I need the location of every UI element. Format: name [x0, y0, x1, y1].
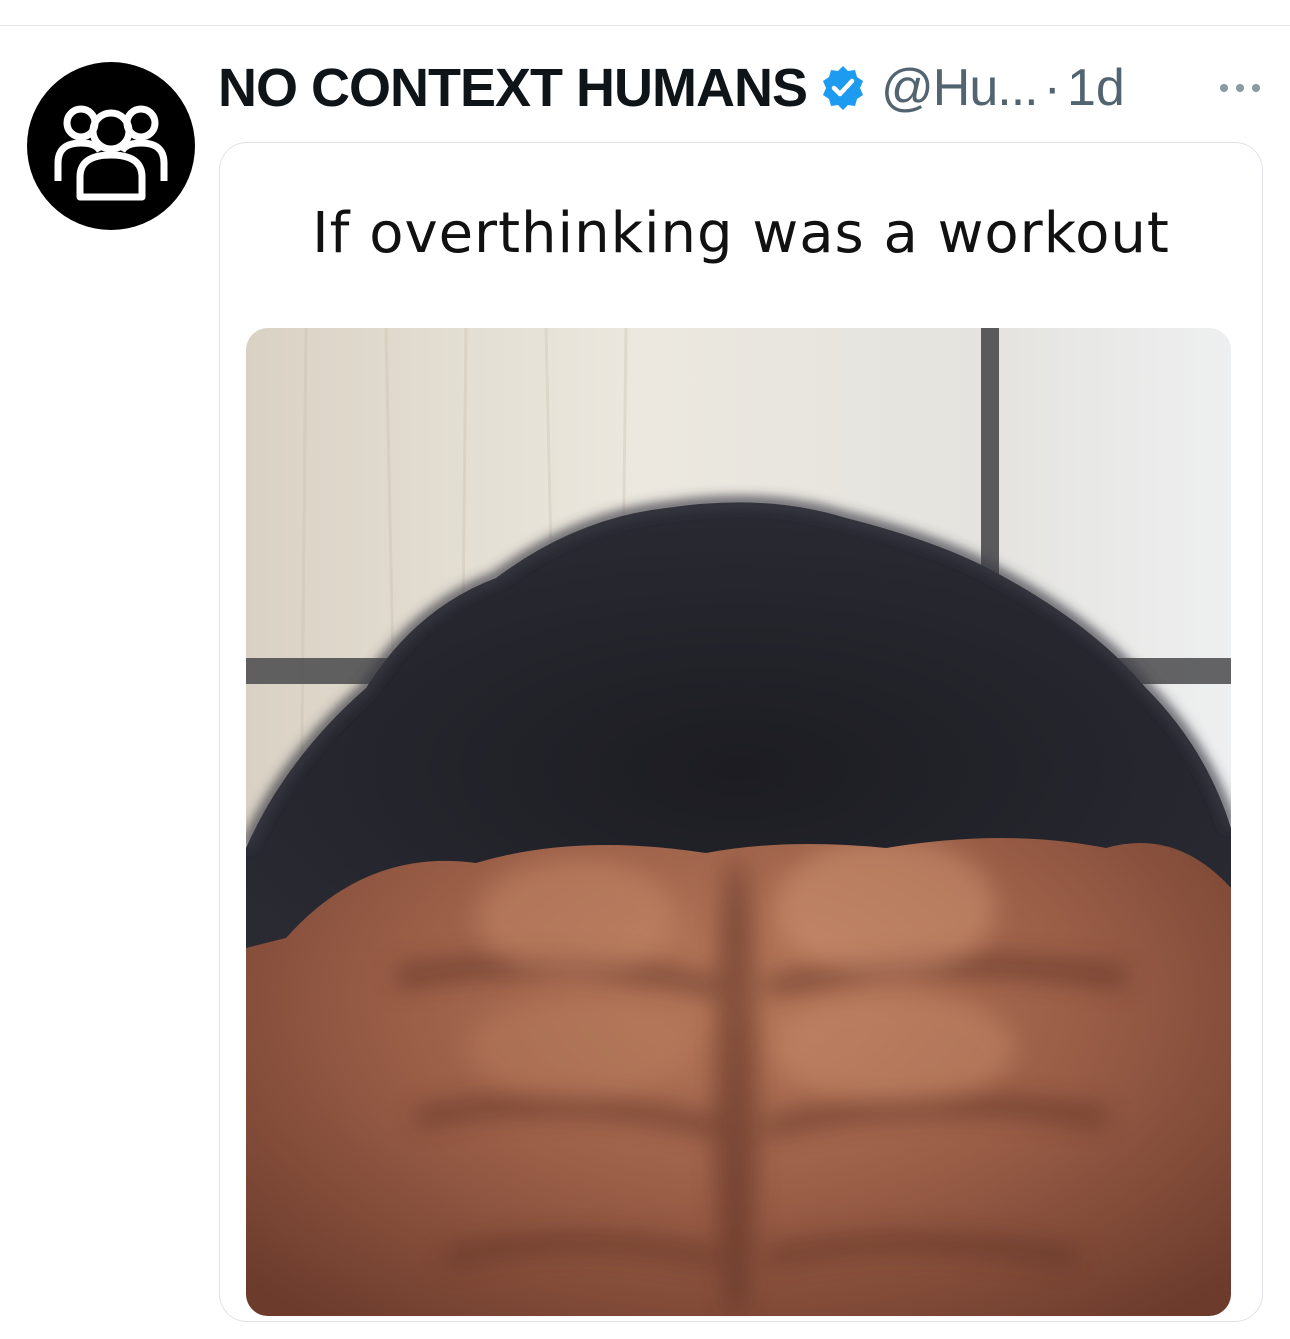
post-header: NO CONTEXT HUMANS @Hu... · 1d [218, 55, 1270, 121]
people-group-icon [54, 105, 168, 201]
separator-dot: · [1043, 59, 1061, 117]
post-timestamp[interactable]: 1d [1067, 58, 1125, 118]
verified-badge-icon[interactable] [819, 64, 867, 112]
media-card[interactable]: If overthinking was a workout [219, 142, 1263, 1322]
author-avatar[interactable] [27, 62, 195, 230]
post-image[interactable] [246, 328, 1231, 1316]
image-caption: If overthinking was a workout [312, 201, 1170, 266]
author-handle[interactable]: @Hu... [881, 58, 1039, 118]
more-horizontal-icon[interactable] [1210, 73, 1270, 103]
author-display-name[interactable]: NO CONTEXT HUMANS [218, 57, 808, 119]
top-divider [0, 0, 1290, 26]
